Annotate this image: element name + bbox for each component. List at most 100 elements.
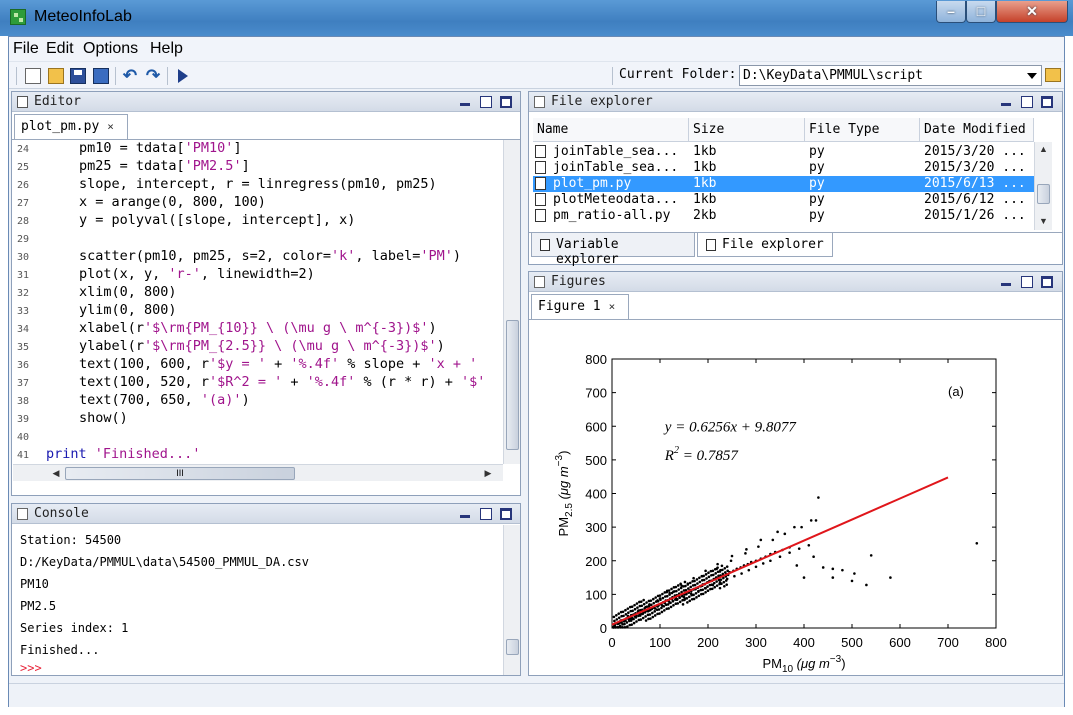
scroll-up-icon[interactable]: ▲ [1039, 144, 1048, 154]
data-point [671, 599, 675, 603]
column-header-date-modified[interactable]: Date Modified [920, 118, 1034, 142]
code-line[interactable]: 26 slope, intercept, r = linregress(pm10,… [13, 176, 503, 194]
editor-header: Editor [12, 92, 520, 112]
panel-minimize-icon[interactable] [1001, 276, 1011, 286]
code-editor[interactable]: 24 pm10 = tdata['PM10'] 25 pm25 = tdata['PM… [13, 140, 503, 464]
file-list-scrollbar[interactable]: ▲ ▼ [1034, 142, 1052, 230]
scrollbar-thumb[interactable] [506, 320, 519, 450]
data-point [634, 616, 638, 619]
code-line[interactable]: 38 text(700, 650, '(a)') [13, 392, 503, 410]
x-tick-label: 700 [937, 635, 959, 650]
figure-tab[interactable]: Figure 1 × [531, 294, 629, 320]
code-line[interactable]: 28 y = polyval([slope, intercept], x) [13, 212, 503, 230]
column-header-file-type[interactable]: File Type [805, 118, 920, 142]
code-line[interactable]: 35 ylabel(r'$\rm{PM_{2.5}} \ (\mu g \ m^{… [13, 338, 503, 356]
data-point [865, 583, 868, 587]
minimize-button[interactable]: – [936, 1, 966, 23]
panel-float-icon[interactable] [1021, 276, 1033, 288]
data-point [778, 555, 782, 559]
data-point [733, 574, 736, 578]
tab-file-explorer[interactable]: File explorer [697, 233, 833, 257]
editor-vertical-scrollbar[interactable] [503, 140, 520, 464]
column-header-size[interactable]: Size [689, 118, 805, 142]
data-point [853, 572, 856, 575]
scroll-left-icon[interactable]: ◀ [51, 468, 61, 479]
new-file-icon[interactable] [25, 68, 41, 84]
data-point [831, 567, 835, 571]
data-point [645, 605, 649, 608]
editor-tab[interactable]: plot_pm.py × [14, 114, 128, 140]
console-scrollbar[interactable] [503, 525, 520, 675]
code-line[interactable]: 41 print 'Finished...' [13, 446, 503, 464]
code-line[interactable]: 31 plot(x, y, 'r-', linewidth=2) [13, 266, 503, 284]
code-line[interactable]: 34 xlabel(r'$\rm{PM_{10}} \ (\mu g \ m^{-… [13, 320, 503, 338]
save-icon[interactable] [70, 68, 86, 84]
code-line[interactable]: 30 scatter(pm10, pm25, s=2, color='k', la… [13, 248, 503, 266]
code-line[interactable]: 24 pm10 = tdata['PM10'] [13, 140, 503, 158]
file-cell-date: 2015/1/26 ... [924, 208, 1026, 223]
chevron-down-icon[interactable] [1027, 73, 1037, 79]
column-header-name[interactable]: Name [533, 118, 689, 142]
file-row[interactable]: joinTable_sea... 1kb py 2015/3/20 ... [533, 144, 1034, 160]
data-point [723, 571, 727, 574]
scrollbar-thumb[interactable] [506, 639, 519, 655]
menu-file[interactable]: File [13, 40, 39, 58]
panel-maximize-icon[interactable] [1041, 96, 1053, 108]
panel-minimize-icon[interactable] [1001, 96, 1011, 106]
data-point [681, 603, 685, 606]
panel-float-icon[interactable] [480, 508, 492, 520]
data-point [642, 598, 645, 602]
panel-minimize-icon[interactable] [460, 508, 470, 518]
code-line[interactable]: 25 pm25 = tdata['PM2.5'] [13, 158, 503, 176]
scrollbar-thumb[interactable] [1037, 184, 1050, 204]
code-line[interactable]: 33 ylim(0, 800) [13, 302, 503, 320]
data-point [683, 597, 687, 600]
panel-maximize-icon[interactable] [500, 508, 512, 520]
code-line[interactable]: 40 [13, 428, 503, 446]
close-tab-icon[interactable]: × [107, 120, 114, 133]
close-button[interactable]: ✕ [996, 1, 1068, 23]
menu-help[interactable]: Help [150, 40, 183, 58]
data-point [783, 532, 787, 536]
editor-horizontal-scrollbar[interactable]: ◀ III ▶ [13, 464, 503, 481]
maximize-button[interactable]: □ [966, 1, 996, 23]
panel-float-icon[interactable] [480, 96, 492, 108]
panel-maximize-icon[interactable] [500, 96, 512, 108]
tab-variable-explorer[interactable]: Variable explorer [531, 233, 695, 267]
save-all-icon[interactable] [93, 68, 109, 84]
open-file-icon[interactable] [48, 68, 64, 84]
code-line[interactable]: 32 xlim(0, 800) [13, 284, 503, 302]
code-line[interactable]: 36 text(100, 600, r'$y = ' + '%.4f' % slo… [13, 356, 503, 374]
data-point [698, 580, 702, 584]
close-tab-icon[interactable]: × [609, 300, 616, 313]
file-row[interactable]: joinTable_sea... 1kb py 2015/3/20 ... [533, 160, 1034, 176]
panel-float-icon[interactable] [1021, 96, 1033, 108]
panel-maximize-icon[interactable] [1041, 276, 1053, 288]
scroll-down-icon[interactable]: ▼ [1039, 216, 1048, 226]
code-line[interactable]: 29 [13, 230, 503, 248]
data-point [807, 543, 811, 547]
redo-icon[interactable]: ↷ [145, 67, 161, 84]
code-line[interactable]: 27 x = arange(0, 800, 100) [13, 194, 503, 212]
menu-options[interactable]: Options [83, 40, 138, 58]
scrollbar-thumb[interactable]: III [65, 467, 295, 480]
code-line[interactable]: 39 show() [13, 410, 503, 428]
data-point [723, 584, 726, 588]
panel-minimize-icon[interactable] [460, 96, 470, 106]
undo-icon[interactable]: ↶ [122, 67, 138, 84]
file-row[interactable]: pm_ratio-all.py 2kb py 2015/1/26 ... [533, 208, 1034, 224]
file-row[interactable]: plot_pm.py 1kb py 2015/6/13 ... [533, 176, 1034, 192]
line-number: 27 [17, 198, 30, 209]
code-line[interactable]: 37 text(100, 520, r'$R^2 = ' + '%.4f' % (… [13, 374, 503, 392]
run-script-icon[interactable] [178, 69, 188, 83]
browse-folder-icon[interactable] [1045, 68, 1061, 82]
console-prompt[interactable]: >>> [20, 661, 42, 675]
menu-edit[interactable]: Edit [46, 40, 74, 58]
file-row[interactable]: plotMeteodata... 1kb py 2015/6/12 ... [533, 192, 1034, 208]
current-folder-combo[interactable]: D:\KeyData\PMMUL\script [739, 65, 1042, 86]
data-point [699, 588, 703, 592]
toolbar: ↶ ↷ Current Folder: D:\KeyData\PMMUL\scr… [9, 61, 1064, 89]
file-explorer-header: File explorer [529, 92, 1062, 112]
line-number: 39 [17, 414, 30, 425]
scroll-right-icon[interactable]: ▶ [483, 468, 493, 479]
